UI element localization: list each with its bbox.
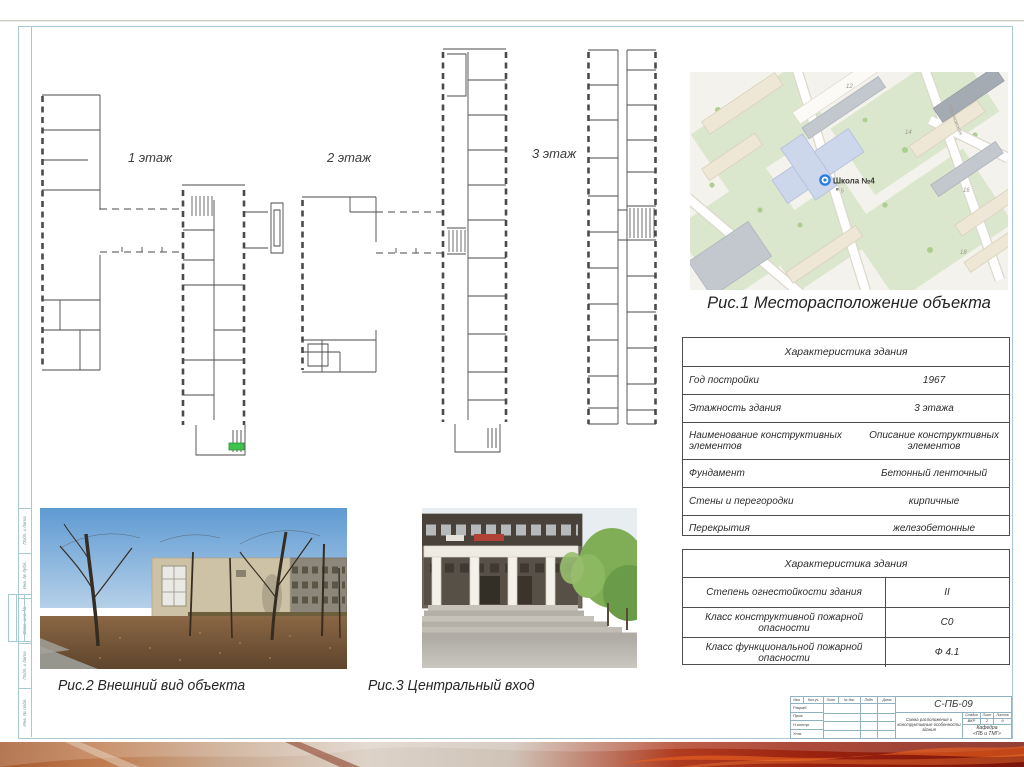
row-label: Класс конструктивной пожарной опасности [683, 608, 887, 637]
row-label: Класс функциональной пожарной опасности [683, 638, 887, 667]
row-label: Перекрытия [689, 522, 750, 534]
building-characteristics-table: Характеристика здания Год постройки 1967 … [682, 337, 1010, 536]
highlighted-room [229, 443, 244, 450]
entrance-steps [422, 605, 637, 638]
row-value: С0 [940, 617, 954, 628]
rev-header: Дата [882, 697, 892, 702]
bottom-banner [0, 742, 1024, 767]
sig-row-label: Пров. [791, 712, 824, 721]
rev-header: Подп. [861, 697, 878, 704]
svg-text:12: 12 [846, 84, 853, 90]
table-title: Характеристика здания [784, 557, 908, 570]
sig-row-label: Разраб. [791, 704, 824, 713]
sig-row-label: Н.контр. [791, 721, 824, 730]
rev-header: Изм. [791, 697, 804, 704]
floor3-label: 3 этаж [531, 146, 577, 161]
row-value: Ф 4.1 [934, 647, 960, 658]
floor-plan-1 [38, 88, 288, 460]
row-value: II [944, 587, 950, 598]
frame-side-label: Инв. № подл. [22, 698, 27, 727]
entrance-photo-caption: Рис.3 Центральный вход [368, 677, 535, 694]
row-label: Фундамент [689, 467, 745, 479]
row-value: 1967 [922, 374, 946, 386]
row-value: 3 этажа [914, 402, 954, 414]
row-label: Этажность здания [689, 402, 782, 414]
map-marker-icon [819, 174, 831, 186]
map-caption: Рис.1 Месторасположение объекта [707, 294, 991, 312]
row-value: железобетонные [892, 522, 976, 534]
banner-swoosh-graphic [0, 742, 1024, 767]
row-value: Бетонный ленточный [880, 467, 988, 479]
exterior-photo-caption: Рис.2 Внешний вид объекта [58, 677, 246, 694]
slide-canvas: Подп. и дата Инв. № дубл. Взам. инв. № П… [0, 0, 1024, 767]
frame-side-label: Подп. и дата [22, 516, 27, 545]
frame-corner-cells [8, 594, 32, 642]
svg-text:16: 16 [963, 188, 970, 194]
exterior-photo [40, 508, 347, 669]
department-name: «ПБ и ТМГ» [973, 730, 1001, 737]
map-marker-label: Школа №4 [833, 177, 875, 186]
frame-side-label: Инв. № дубл. [22, 561, 27, 590]
fire-safety-table: Характеристика здания Степень огнестойко… [682, 549, 1010, 667]
document-code: С-ПБ-09 [896, 697, 1011, 713]
row-value: кирпичные [908, 495, 960, 507]
row-label: Год постройки [689, 374, 759, 386]
table-title: Характеристика здания [784, 346, 908, 358]
rev-header: Кол.уч. [804, 697, 824, 704]
floor-plan-2 [296, 44, 510, 458]
floor-plan-3 [583, 44, 665, 436]
svg-text:18: 18 [960, 250, 967, 256]
sig-row-label: Утв. [791, 729, 824, 738]
svg-text:14: 14 [905, 130, 912, 136]
row-label: Наименование конструктивных элементов [689, 429, 842, 453]
entrance-photo [422, 508, 637, 668]
row-value: Описание конструктивных элементов [869, 429, 999, 453]
rev-header: Лист [824, 697, 839, 704]
title-block: Изм. Кол.уч. Лист № док. Подп. Дата Разр… [790, 696, 1012, 739]
row-label: Стены и перегородки [689, 495, 794, 507]
frame-side-label: Подп. и дата [22, 651, 27, 680]
svg-text:5: 5 [841, 189, 844, 195]
document-title: Схема расположения и конструктивные особ… [896, 713, 963, 738]
row-label: Степень огнестойкости здания [683, 578, 887, 607]
rev-header: № док. [839, 697, 861, 704]
location-map: 12 14 16 18 Ульяновская Школа №4 5 [690, 72, 1008, 290]
